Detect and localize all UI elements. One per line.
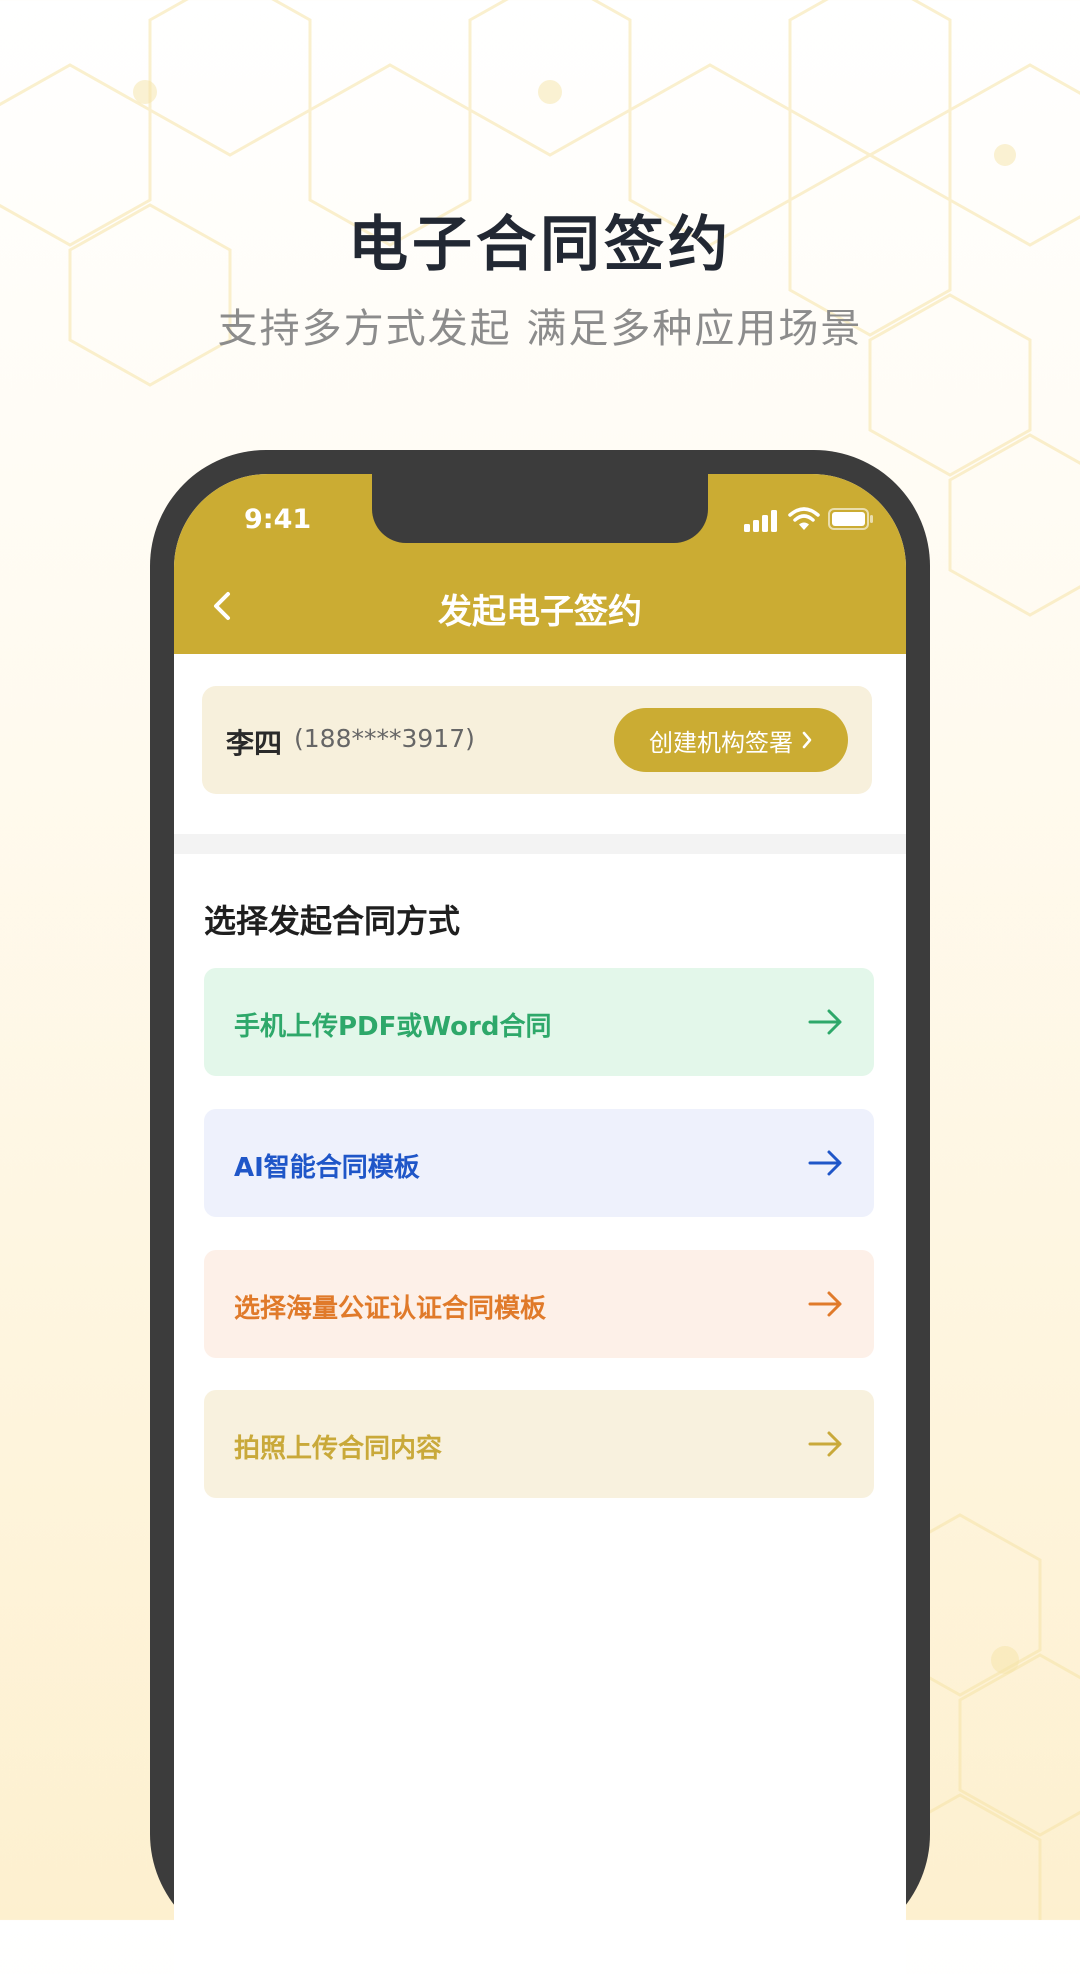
arrow-right-icon — [808, 1431, 842, 1457]
user-name: 李四 — [226, 727, 283, 760]
option-label: 手机上传PDF或Word合同 — [234, 1012, 552, 1042]
arrow-right-icon — [808, 1150, 842, 1176]
create-org-sign-button[interactable]: 创建机构签署 — [614, 708, 848, 772]
phone-frame: 9:41 发起电子签约 李四 (188****3917) 创建机构签署 选择发起… — [150, 450, 930, 1974]
option-label: 选择海量公证认证合同模板 — [234, 1294, 547, 1324]
option-photo-upload[interactable]: 拍照上传合同内容 — [204, 1390, 874, 1498]
promo-title: 电子合同签约 — [348, 210, 732, 280]
section-divider — [174, 834, 906, 854]
status-time: 9:41 — [244, 504, 312, 535]
top-bar: 9:41 发起电子签约 — [174, 474, 906, 654]
option-label: 拍照上传合同内容 — [234, 1434, 443, 1464]
chevron-right-icon — [802, 731, 812, 749]
arrow-right-icon — [808, 1291, 842, 1317]
signal-icon — [744, 510, 777, 532]
create-org-sign-label: 创建机构签署 — [649, 728, 793, 757]
promo-subtitle: 支持多方式发起 满足多种应用场景 — [217, 306, 863, 352]
page-title: 发起电子签约 — [438, 592, 642, 632]
phone-screen: 9:41 发起电子签约 李四 (188****3917) 创建机构签署 选择发起… — [174, 474, 906, 1974]
option-label: AI智能合同模板 — [234, 1153, 420, 1183]
option-upload-pdf-word[interactable]: 手机上传PDF或Word合同 — [204, 968, 874, 1076]
section-title: 选择发起合同方式 — [204, 902, 461, 940]
option-ai-template[interactable]: AI智能合同模板 — [204, 1109, 874, 1217]
user-phone: (188****3917) — [294, 724, 475, 753]
option-notary-template[interactable]: 选择海量公证认证合同模板 — [204, 1250, 874, 1358]
arrow-right-icon — [808, 1009, 842, 1035]
user-card: 李四 (188****3917) 创建机构签署 — [202, 686, 872, 794]
wifi-icon — [788, 507, 820, 530]
battery-icon — [828, 508, 873, 530]
phone-notch — [372, 474, 708, 543]
